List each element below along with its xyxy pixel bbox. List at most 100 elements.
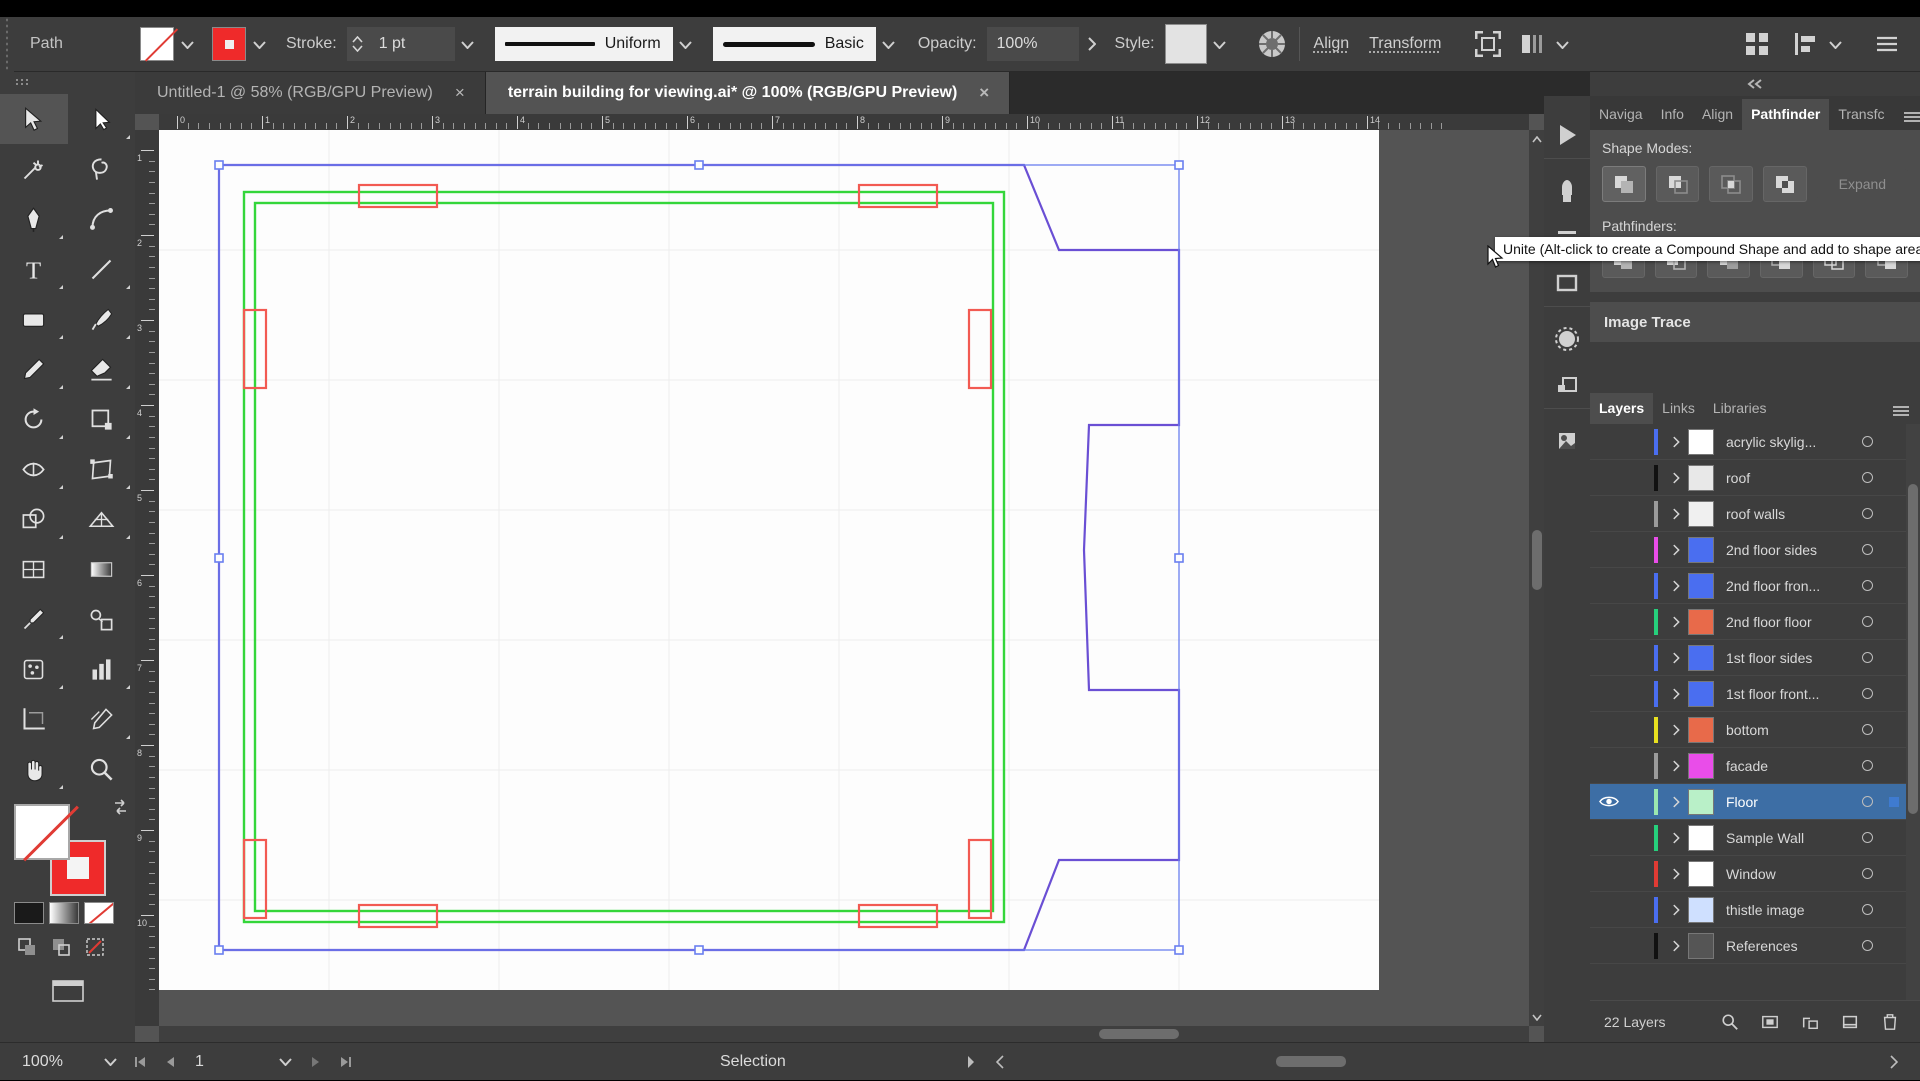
icon-rail-handle[interactable]: [1544, 96, 1590, 112]
layer-row[interactable]: References: [1590, 928, 1906, 964]
status-expand-arrow[interactable]: [956, 1055, 986, 1069]
layer-row[interactable]: roof walls: [1590, 496, 1906, 532]
opacity-input[interactable]: 100%: [986, 27, 1079, 61]
start-panel-icon[interactable]: [1544, 112, 1590, 158]
layer-target-indicator[interactable]: [1852, 796, 1882, 807]
layer-name[interactable]: roof walls: [1726, 506, 1852, 522]
layer-name[interactable]: 2nd floor floor: [1726, 614, 1852, 630]
control-bar-grip[interactable]: [0, 16, 14, 72]
stroke-weight-stepper[interactable]: [346, 27, 369, 61]
perspective-grid-tool[interactable]: [68, 494, 136, 544]
line-segment-tool[interactable]: [68, 244, 136, 294]
status-scrollbar[interactable]: [1016, 1054, 1878, 1070]
opacity-options-arrow[interactable]: [1079, 27, 1105, 61]
previous-artboard-icon[interactable]: [155, 1055, 185, 1069]
layer-name[interactable]: References: [1726, 938, 1852, 954]
blend-tool[interactable]: [68, 594, 136, 644]
layer-name[interactable]: facade: [1726, 758, 1852, 774]
layer-row[interactable]: Sample Wall: [1590, 820, 1906, 856]
layer-target-indicator[interactable]: [1852, 904, 1882, 915]
layer-row[interactable]: Window: [1590, 856, 1906, 892]
status-prev-arrow[interactable]: [986, 1054, 1016, 1069]
layer-target-indicator[interactable]: [1852, 940, 1882, 951]
layer-row[interactable]: thistle image: [1590, 892, 1906, 928]
layer-name[interactable]: Window: [1726, 866, 1852, 882]
create-new-layer-icon[interactable]: [1830, 1013, 1870, 1031]
vertical-scroll-thumb[interactable]: [1532, 530, 1542, 590]
layer-row[interactable]: facade: [1590, 748, 1906, 784]
layer-expand-arrow[interactable]: [1664, 580, 1688, 592]
graphic-style-swatch[interactable]: [1164, 24, 1207, 64]
layer-expand-arrow[interactable]: [1664, 724, 1688, 736]
minus-front-button[interactable]: [1655, 166, 1700, 202]
document-tab-2[interactable]: terrain building for viewing.ai* @ 100% …: [485, 72, 1011, 114]
zoom-tool[interactable]: [68, 744, 136, 794]
artboard-tool[interactable]: [0, 694, 68, 744]
artboard-number-input[interactable]: 1: [185, 1049, 270, 1075]
selection-tool[interactable]: [0, 94, 68, 144]
locate-object-icon[interactable]: [1710, 1013, 1750, 1031]
create-new-sublayer-icon[interactable]: [1790, 1013, 1830, 1031]
tab-align[interactable]: Align: [1693, 99, 1742, 130]
stroke-weight-input[interactable]: 1 pt: [368, 27, 455, 61]
gradient-tool[interactable]: [68, 544, 136, 594]
layer-expand-arrow[interactable]: [1664, 832, 1688, 844]
swap-fill-stroke-icon[interactable]: [112, 798, 130, 816]
layer-name[interactable]: Sample Wall: [1726, 830, 1852, 846]
first-artboard-icon[interactable]: [125, 1055, 155, 1069]
layer-target-indicator[interactable]: [1852, 436, 1882, 447]
layers-scroll-thumb[interactable]: [1908, 484, 1918, 814]
layer-target-indicator[interactable]: [1852, 688, 1882, 699]
layer-target-indicator[interactable]: [1852, 544, 1882, 555]
tab-transform[interactable]: Transfс: [1829, 99, 1893, 130]
layer-expand-arrow[interactable]: [1664, 472, 1688, 484]
pathfinder-panel-icon[interactable]: [1544, 362, 1590, 408]
document-tab-1-close-icon[interactable]: ×: [455, 83, 465, 103]
fill-color-swatch[interactable]: [140, 27, 174, 61]
delete-selection-icon[interactable]: [1870, 1013, 1910, 1031]
layer-target-indicator[interactable]: [1852, 580, 1882, 591]
layer-visibility-toggle[interactable]: [1590, 795, 1628, 808]
status-tool-mode[interactable]: Selection: [720, 1053, 786, 1071]
tab-pathfinder[interactable]: Pathfinder: [1742, 99, 1830, 130]
transform-panel-link[interactable]: Transform: [1365, 35, 1445, 53]
layer-expand-arrow[interactable]: [1664, 940, 1688, 952]
eyedropper-tool[interactable]: [0, 594, 68, 644]
layer-target-indicator[interactable]: [1852, 616, 1882, 627]
canvas-horizontal-scrollbar[interactable]: [159, 1026, 1529, 1042]
layer-expand-arrow[interactable]: [1664, 796, 1688, 808]
layer-name[interactable]: acrylic skylig...: [1726, 434, 1852, 450]
status-next-arrow[interactable]: [1878, 1054, 1908, 1069]
layer-target-indicator[interactable]: [1852, 724, 1882, 735]
none-swatch[interactable]: [84, 902, 114, 924]
scroll-up-icon[interactable]: [1529, 130, 1545, 148]
layer-selection-indicator[interactable]: [1882, 796, 1906, 807]
tab-navigator[interactable]: Naviga: [1590, 99, 1652, 130]
next-artboard-icon[interactable]: [300, 1055, 330, 1069]
select-similar-dropdown-arrow[interactable]: [1549, 27, 1576, 61]
paintbrush-tool[interactable]: [68, 294, 136, 344]
tools-panel-handle[interactable]: [0, 72, 135, 94]
layer-expand-arrow[interactable]: [1664, 652, 1688, 664]
type-tool[interactable]: T: [0, 244, 68, 294]
curvature-tool[interactable]: [68, 194, 136, 244]
image-trace-header[interactable]: Image Trace: [1590, 302, 1920, 342]
arrange-documents-icon[interactable]: [1740, 27, 1774, 61]
layer-row[interactable]: 1st floor sides: [1590, 640, 1906, 676]
panel-menu-icon[interactable]: [1893, 110, 1920, 130]
layers-panel-menu-icon[interactable]: [1882, 404, 1920, 424]
scale-tool[interactable]: [68, 394, 136, 444]
artboard-dropdown-arrow[interactable]: [270, 1057, 300, 1066]
magic-wand-tool[interactable]: [0, 144, 68, 194]
layer-expand-arrow[interactable]: [1664, 508, 1688, 520]
brushes-panel-icon[interactable]: [1544, 168, 1590, 214]
last-artboard-icon[interactable]: [330, 1055, 360, 1069]
layer-expand-arrow[interactable]: [1664, 616, 1688, 628]
status-scroll-thumb[interactable]: [1275, 1056, 1346, 1067]
vertical-ruler[interactable]: 1 2 3 4 5 6 7 8 9 10: [135, 130, 159, 1026]
stroke-profile-select[interactable]: Uniform: [494, 27, 673, 61]
fill-dropdown-arrow[interactable]: [174, 27, 200, 61]
column-graph-tool[interactable]: [68, 644, 136, 694]
tab-libraries[interactable]: Libraries: [1704, 393, 1776, 424]
dock-collapse-button[interactable]: [1590, 72, 1920, 96]
